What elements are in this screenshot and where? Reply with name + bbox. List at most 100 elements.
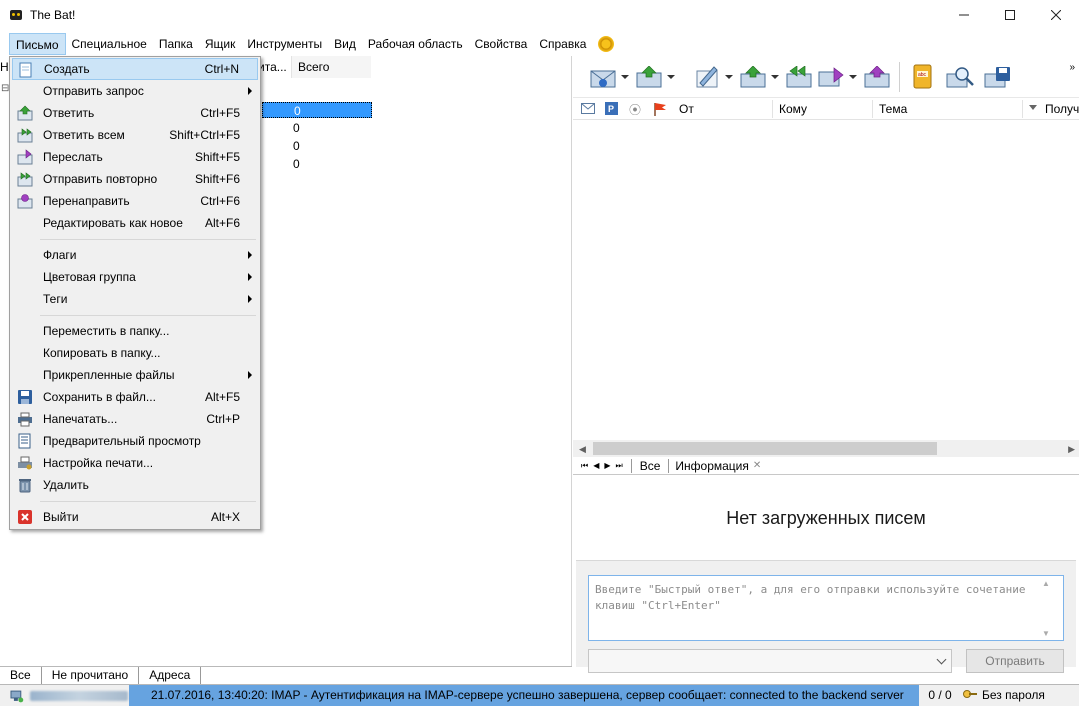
search-button[interactable] xyxy=(946,63,974,91)
menu-folder[interactable]: Папка xyxy=(153,33,199,55)
quick-reply-input[interactable]: Введите "Быстрый ответ", а для его отпра… xyxy=(588,575,1064,641)
reply-button[interactable] xyxy=(739,63,767,91)
get-mail-button[interactable] xyxy=(589,63,617,91)
menu-item-send-request[interactable]: Отправить запрос xyxy=(12,80,258,102)
menu-item-reply[interactable]: Ответить Ctrl+F5 xyxy=(12,102,258,124)
column-received[interactable]: Получ xyxy=(1045,102,1079,116)
prev-icon[interactable]: ◀ xyxy=(593,461,599,470)
menu-letter[interactable]: Письмо xyxy=(9,33,66,55)
tab-information[interactable]: Информация xyxy=(669,459,752,473)
menu-item-copy-to-folder[interactable]: Копировать в папку... xyxy=(12,342,258,364)
menu-item-print[interactable]: Напечатать... Ctrl+P xyxy=(12,408,258,430)
menu-workspace[interactable]: Рабочая область xyxy=(362,33,469,55)
close-button[interactable] xyxy=(1033,0,1079,30)
sun-icon[interactable] xyxy=(598,36,615,52)
menu-item-print-preview[interactable]: Предварительный просмотр xyxy=(12,430,258,452)
menu-item-tags[interactable]: Теги xyxy=(12,288,258,310)
column-to[interactable]: Кому xyxy=(779,102,807,116)
reply-icon xyxy=(740,65,766,87)
search-icon xyxy=(946,66,974,87)
password-status[interactable]: Без пароля xyxy=(962,688,1045,702)
address-book-button[interactable]: abc xyxy=(908,63,936,91)
menu-item-reply-all[interactable]: Ответить всем Shift+Ctrl+F5 xyxy=(12,124,258,146)
menu-item-delete[interactable]: Удалить xyxy=(12,474,258,496)
new-message-dropdown[interactable] xyxy=(725,74,733,79)
scroll-left-icon: ◀ xyxy=(579,444,586,454)
menu-item-attachments[interactable]: Прикрепленные файлы xyxy=(12,364,258,386)
priority-icon: P xyxy=(605,102,618,115)
folder-column-unread[interactable]: ита... xyxy=(258,56,290,78)
save-message-button[interactable] xyxy=(984,63,1012,91)
first-icon[interactable]: ⏮ xyxy=(581,461,588,471)
menu-item-print-setup[interactable]: Настройка печати... xyxy=(12,452,258,474)
column-from[interactable]: От xyxy=(679,102,694,116)
folder-column-total[interactable]: Всего xyxy=(291,56,371,78)
menu-special[interactable]: Специальное xyxy=(66,33,153,55)
send-quick-reply-button[interactable]: Отправить xyxy=(966,649,1064,673)
maximize-button[interactable] xyxy=(987,0,1033,30)
reply-dropdown[interactable] xyxy=(771,74,779,79)
message-list-hscroll[interactable]: ◀ ▶ xyxy=(573,440,1079,457)
menu-item-exit[interactable]: Выйти Alt+X xyxy=(12,506,258,528)
flag-icon xyxy=(654,103,666,116)
tab-unread[interactable]: Не прочитано xyxy=(42,666,140,685)
account-indicator[interactable] xyxy=(10,688,128,704)
folder-row[interactable]: 0 xyxy=(262,120,372,136)
menu-separator xyxy=(40,315,256,316)
menu-properties[interactable]: Свойства xyxy=(469,33,534,55)
send-mail-icon xyxy=(636,65,662,87)
minimize-button[interactable] xyxy=(941,0,987,30)
print-icon xyxy=(18,412,32,427)
send-mail-button[interactable] xyxy=(635,63,663,91)
folder-row[interactable]: 0 xyxy=(262,102,372,118)
menu-item-flags[interactable]: Флаги xyxy=(12,244,258,266)
toolbar-overflow-icon[interactable]: » xyxy=(1069,62,1075,73)
status-log: 21.07.2016, 13:40:20: IMAP - Аутентифика… xyxy=(129,685,919,706)
send-mail-dropdown[interactable] xyxy=(667,74,675,79)
print-setup-icon xyxy=(18,456,32,470)
attachment-icon[interactable]: ⦿ xyxy=(629,101,641,118)
menu-tools[interactable]: Инструменты xyxy=(241,33,328,55)
menu-item-color-group[interactable]: Цветовая группа xyxy=(12,266,258,288)
address-book-icon: abc xyxy=(913,64,932,88)
scroll-up-icon[interactable]: ▲ xyxy=(1042,579,1074,588)
folder-row[interactable]: 0 xyxy=(262,138,372,154)
tab-all[interactable]: Все xyxy=(630,458,670,473)
submenu-arrow-icon xyxy=(248,273,252,281)
network-icon xyxy=(10,690,24,703)
column-subject[interactable]: Тема xyxy=(879,102,907,116)
new-message-icon xyxy=(19,62,32,78)
folder-row[interactable]: 0 xyxy=(262,156,372,172)
menu-item-resend[interactable]: Отправить повторно Shift+F6 xyxy=(12,168,258,190)
next-icon[interactable]: ▶ xyxy=(604,461,610,470)
template-select[interactable] xyxy=(588,649,952,673)
new-message-button[interactable] xyxy=(693,63,721,91)
redirect-button[interactable] xyxy=(863,63,891,91)
menu-item-save-to-file[interactable]: Сохранить в файл... Alt+F5 xyxy=(12,386,258,408)
get-mail-dropdown[interactable] xyxy=(621,74,629,79)
tab-addresses[interactable]: Адреса xyxy=(139,666,202,685)
redirect-icon xyxy=(17,194,33,209)
reply-icon xyxy=(17,105,33,121)
menu-mailbox[interactable]: Ящик xyxy=(199,33,242,55)
menu-item-move-to-folder[interactable]: Переместить в папку... xyxy=(12,320,258,342)
chevron-down-icon xyxy=(936,654,947,665)
exit-icon xyxy=(18,510,32,524)
menu-view[interactable]: Вид xyxy=(328,33,362,55)
forward-dropdown[interactable] xyxy=(849,74,857,79)
tab-all-folders[interactable]: Все xyxy=(0,666,42,685)
close-tab-icon[interactable]: ✕ xyxy=(753,460,761,471)
message-counts: 0 / 0 xyxy=(928,688,952,702)
menu-item-forward[interactable]: Переслать Shift+F5 xyxy=(12,146,258,168)
reply-all-button[interactable] xyxy=(785,63,813,91)
forward-button[interactable] xyxy=(817,63,845,91)
scroll-down-icon[interactable]: ▼ xyxy=(1042,629,1074,638)
the-bat-app-icon[interactable] xyxy=(8,7,24,23)
message-list-header: P ⦿ От Кому Тема Получ xyxy=(573,98,1079,120)
menu-item-edit-as-new[interactable]: Редактировать как новое Alt+F6 xyxy=(12,212,258,234)
menu-help[interactable]: Справка xyxy=(533,33,592,55)
scroll-thumb[interactable] xyxy=(593,442,937,455)
last-icon[interactable]: ⏭ xyxy=(616,461,623,471)
menu-item-redirect[interactable]: Перенаправить Ctrl+F6 xyxy=(12,190,258,212)
menu-item-create[interactable]: Создать Ctrl+N xyxy=(12,58,258,80)
